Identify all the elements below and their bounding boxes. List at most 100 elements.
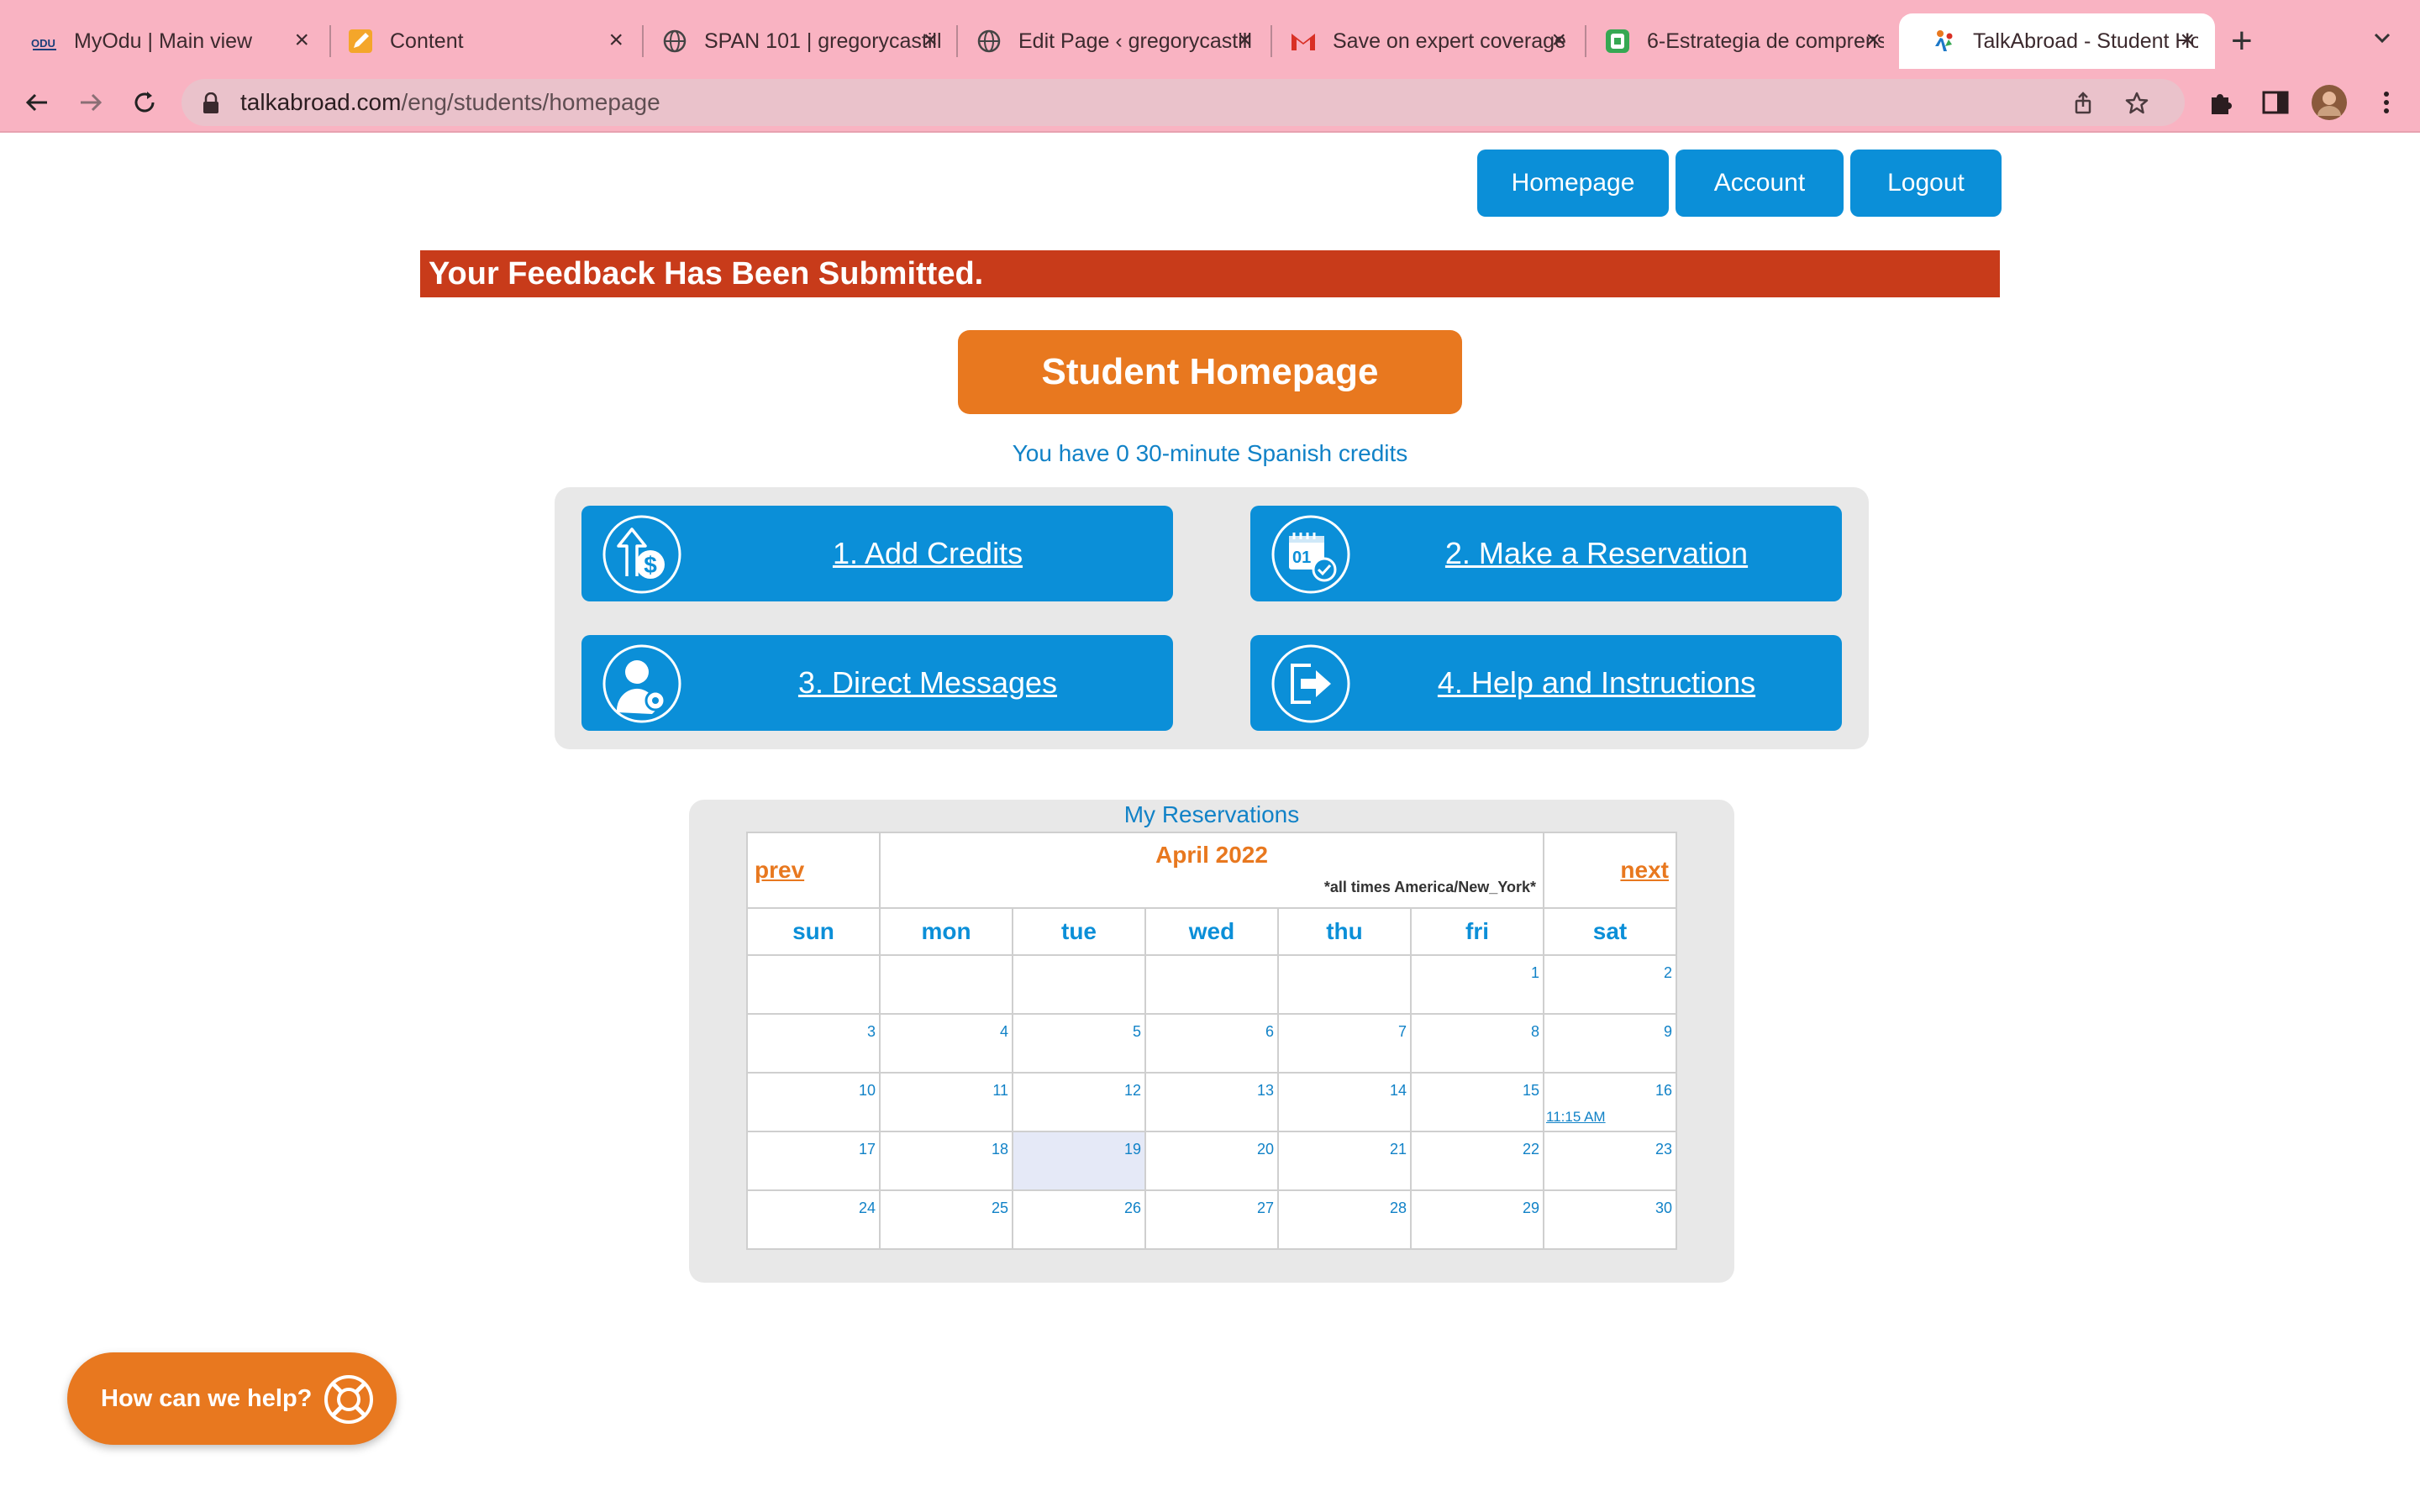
calendar-day-cell: 9 [1543,1013,1677,1074]
calendar-day-number: 28 [1389,1200,1407,1216]
back-arrow-icon[interactable] [18,84,55,121]
calendar-day-number: 26 [1123,1200,1141,1216]
add-credits-label[interactable]: 1. Add Credits [682,506,1173,601]
calendar-day-cell: 27 [1144,1189,1279,1250]
calendar-empty-cell [746,954,881,1015]
address-bar[interactable]: talkabroad.com/eng/students/homepage [182,79,2185,126]
calendar-day-number: 18 [991,1141,1008,1158]
calendar-week-row: 17 18 19 20 21 22 23 [746,1131,1677,1191]
calendar-day-number: 30 [1655,1200,1672,1216]
calendar-day-cell: 7 [1277,1013,1412,1074]
calendar-day-cell: 10 [746,1072,881,1132]
day-of-week-label: sun [746,907,881,956]
calendar-week-row: 24 25 26 27 28 29 30 [746,1189,1677,1250]
tab-title: Content [390,29,464,53]
add-credits-button[interactable]: $ 1. Add Credits [581,506,1173,601]
browser-tab-active[interactable]: TalkAbroad - Student Home × [1899,13,2215,69]
calendar-day-cell: 16 11:15 AM [1543,1072,1677,1132]
calendar-day-cell: 3 [746,1013,881,1074]
calendar-day-number: 16 [1655,1082,1672,1099]
close-tab-icon[interactable]: × [1237,25,1252,55]
make-reservation-label[interactable]: 2. Make a Reservation [1351,506,1842,601]
calendar-empty-cell [1277,954,1412,1015]
calendar-empty-cell [1144,954,1279,1015]
url-path: /eng/students/homepage [401,89,660,115]
exit-arrow-icon [1270,643,1351,724]
calendar-day-number: 10 [858,1082,876,1099]
credits-balance-text: You have 0 30-minute Spanish credits [1012,440,1408,466]
profile-avatar[interactable] [2311,84,2348,121]
lifebuoy-icon [323,1373,375,1425]
share-icon[interactable] [2070,91,2096,116]
browser-tab[interactable]: ODU MyOdu | Main view × [0,13,329,69]
close-tab-icon[interactable]: × [1551,25,1566,55]
calendar-day-number: 29 [1522,1200,1539,1216]
calendar-day-number: 5 [1132,1023,1141,1040]
calendar-day-number: 3 [866,1023,876,1040]
homepage-nav-button[interactable]: Homepage [1477,150,1669,217]
calendar-day-number: 14 [1389,1082,1407,1099]
calendar-day-cell: 14 [1277,1072,1412,1132]
calendar-day-cell: 18 [879,1131,1013,1191]
day-of-week-label: wed [1144,907,1279,956]
browser-tab[interactable]: 6-Estrategia de comprensión × [1573,13,1901,69]
tab-title: SPAN 101 | gregorycastill [704,29,941,53]
reload-icon[interactable] [126,84,163,121]
calendar-day-cell: 25 [879,1189,1013,1250]
calendar-day-cell: 5 [1012,1013,1146,1074]
account-nav-button[interactable]: Account [1676,150,1844,217]
calendar-day-cell: 6 [1144,1013,1279,1074]
tab-title: TalkAbroad - Student Home [1973,29,2198,53]
calendar-day-number: 1 [1530,964,1539,981]
tab-title: Edit Page ‹ gregorycastill [1018,29,1252,53]
close-tab-icon[interactable]: × [923,25,938,55]
calendar-day-cell: 21 [1277,1131,1412,1191]
close-tab-icon[interactable]: × [294,25,309,55]
direct-messages-label[interactable]: 3. Direct Messages [682,635,1173,731]
calendar-day-number: 25 [991,1200,1008,1216]
next-month-link[interactable]: next [1620,857,1669,883]
help-widget-button[interactable]: How can we help? [67,1352,397,1445]
direct-messages-button[interactable]: 3. Direct Messages [581,635,1173,731]
odu-icon: ODU [30,27,59,55]
extensions-puzzle-icon[interactable] [2207,87,2237,118]
browser-tab[interactable]: SPAN 101 | gregorycastill × [630,13,958,69]
make-reservation-button[interactable]: 01 2. Make a Reservation [1250,506,1842,601]
close-tab-icon[interactable]: × [608,25,623,55]
calendar-day-number: 20 [1256,1141,1274,1158]
day-of-week-label: tue [1012,907,1146,956]
calendar-day-number: 4 [999,1023,1008,1040]
browser-tab[interactable]: Edit Page ‹ gregorycastill × [944,13,1272,69]
calendar-day-cell: 20 [1144,1131,1279,1191]
calendar-empty-cell [1012,954,1146,1015]
browser-tab[interactable]: Save on expert coverage × [1259,13,1586,69]
talkabroad-icon [1929,27,1958,55]
calendar-day-cell: 8 [1410,1013,1544,1074]
user-gear-icon [602,643,682,724]
calendar-day-cell: 13 [1144,1072,1279,1132]
help-instructions-button[interactable]: 4. Help and Instructions [1250,635,1842,731]
tab-search-chevron-icon[interactable] [2370,25,2395,50]
calendar-day-number: 24 [858,1200,876,1216]
forward-arrow-icon[interactable] [72,84,109,121]
logout-nav-button[interactable]: Logout [1850,150,2002,217]
close-tab-icon[interactable]: × [1865,25,1881,55]
calendar-day-number: 13 [1256,1082,1274,1099]
browser-menu-icon[interactable] [2371,87,2402,118]
url-host: talkabroad.com [240,89,402,115]
calendar-check-icon: 01 [1270,514,1351,595]
reservations-title: My Reservations [1123,801,1300,827]
calendar-day-number: 17 [858,1141,876,1158]
bookmark-star-icon[interactable] [2124,91,2149,116]
lock-icon[interactable] [202,92,220,120]
calendar-week-row: 3 4 5 6 7 8 9 [746,1013,1677,1074]
calendar-day-number: 23 [1655,1141,1672,1158]
close-tab-icon[interactable]: × [2180,25,2195,55]
browser-tab[interactable]: Content × [316,13,644,69]
reservation-time-link[interactable]: 11:15 AM [1546,1109,1606,1126]
calendar-day-cell: 1 [1410,954,1544,1015]
side-panel-icon[interactable] [2260,87,2291,118]
new-tab-icon[interactable]: + [2231,20,2253,62]
help-instructions-label[interactable]: 4. Help and Instructions [1351,635,1842,731]
prev-month-link[interactable]: prev [755,857,804,883]
